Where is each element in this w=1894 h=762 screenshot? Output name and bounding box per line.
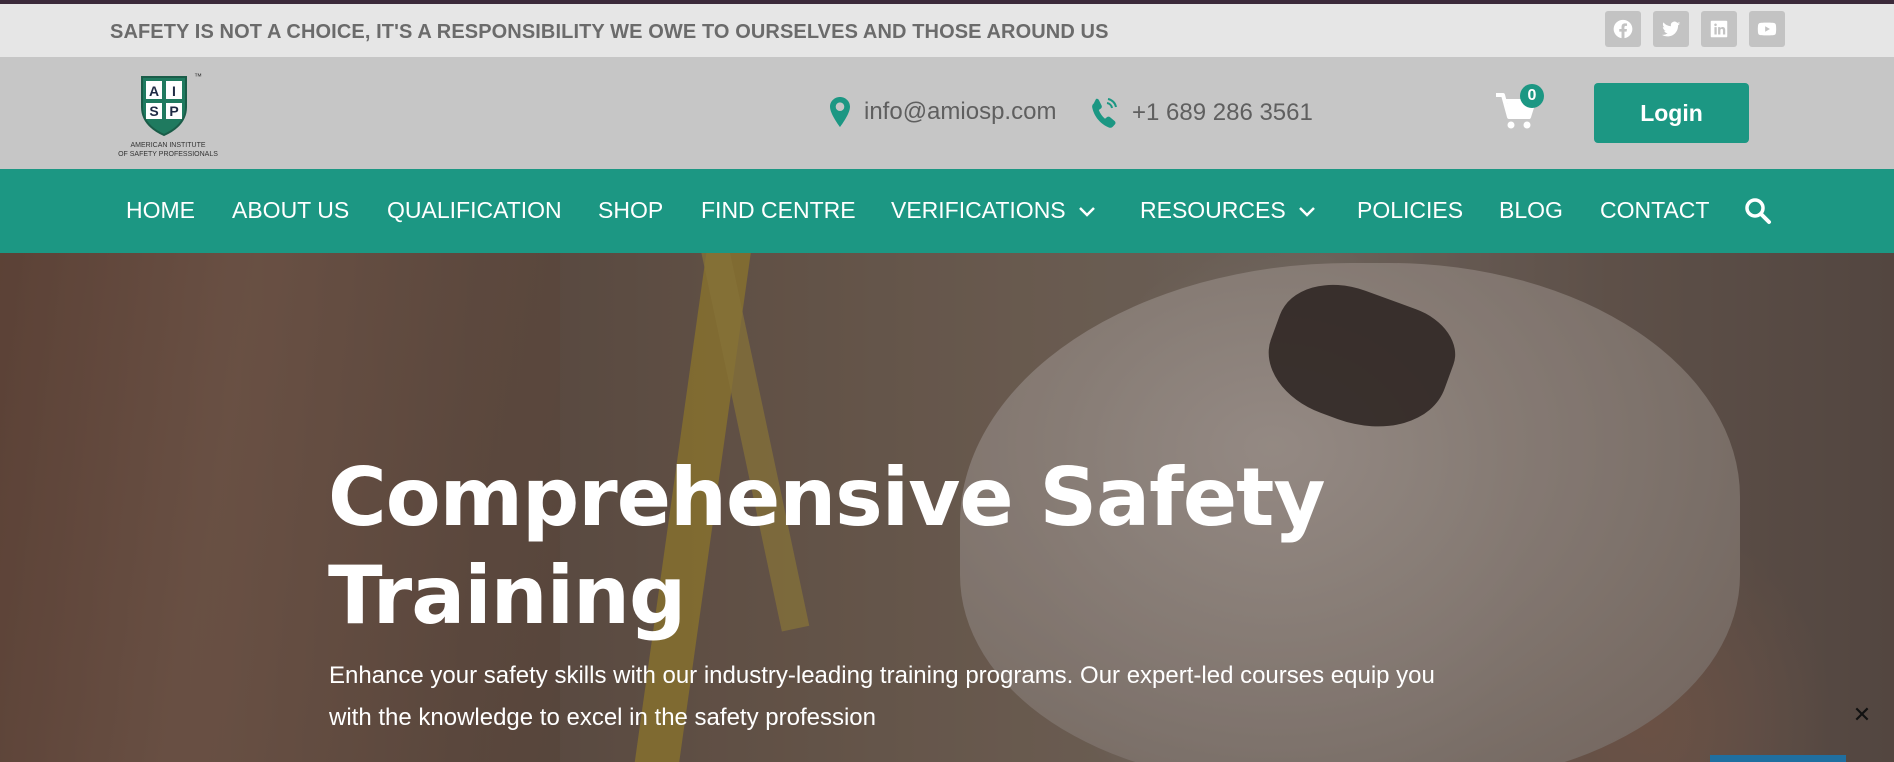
hero-title-line-2: Training: [328, 549, 686, 642]
phone-icon: [1092, 98, 1117, 128]
hero-banner: Comprehensive Safety Training Enhance yo…: [0, 253, 1894, 762]
logo-letter-s: S: [149, 103, 158, 119]
nav-item-blog[interactable]: BLOG: [1499, 197, 1563, 224]
chevron-down-icon: [1078, 206, 1095, 217]
nav-item-about-us[interactable]: ABOUT US: [232, 197, 349, 224]
logo-letter-p: P: [169, 103, 178, 119]
logo-letter-a: A: [149, 83, 159, 99]
nav-item-verifications-label: VERIFICATIONS: [891, 197, 1066, 223]
nav-item-shop[interactable]: SHOP: [598, 197, 663, 224]
aisp-logo[interactable]: A I S P ™ AMERICAN INSTITUTE OF SAFETY P…: [112, 69, 224, 159]
phone-text: +1 689 286 3561: [1132, 99, 1313, 126]
hero-title-line-1: Comprehensive Safety: [328, 451, 1326, 544]
email-contact[interactable]: info@amiosp.com: [830, 97, 1056, 127]
hero-title: Comprehensive Safety Training: [328, 449, 1428, 645]
nav-item-verifications[interactable]: VERIFICATIONS: [891, 197, 1096, 224]
top-bar: SAFETY IS NOT A CHOICE, IT'S A RESPONSIB…: [0, 4, 1894, 57]
logo-caption-1: AMERICAN INSTITUTE: [130, 142, 205, 149]
logo-tm: ™: [194, 72, 202, 81]
nav-item-qualification[interactable]: QUALIFICATION: [387, 197, 562, 224]
location-pin-icon: [830, 97, 850, 127]
nav-item-find-centre[interactable]: FIND CENTRE: [701, 197, 856, 224]
logo-caption-2: OF SAFETY PROFESSIONALS: [118, 151, 218, 158]
email-text: info@amiosp.com: [864, 98, 1057, 125]
nav-item-contact[interactable]: CONTACT: [1600, 197, 1709, 224]
login-button[interactable]: Login: [1594, 83, 1749, 143]
nav-item-policies[interactable]: POLICIES: [1357, 197, 1463, 224]
hero-description-line-1: Enhance your safety skills with our indu…: [329, 662, 1435, 689]
youtube-icon[interactable]: [1749, 11, 1785, 47]
logo-letter-i: I: [172, 83, 176, 99]
phone-contact[interactable]: +1 689 286 3561: [1090, 97, 1313, 129]
search-icon: [1745, 198, 1771, 224]
hero-description-line-2: with the knowledge to excel in the safet…: [329, 704, 876, 731]
cart-count-badge: 0: [1520, 84, 1544, 108]
nav-item-resources[interactable]: RESOURCES: [1140, 197, 1316, 224]
search-button[interactable]: [1744, 197, 1772, 225]
close-icon[interactable]: ✕: [1850, 702, 1874, 727]
tagline: SAFETY IS NOT A CHOICE, IT'S A RESPONSIB…: [110, 21, 1109, 43]
chevron-down-icon: [1298, 206, 1315, 217]
twitter-icon[interactable]: [1653, 11, 1689, 47]
main-nav: HOME ABOUT US QUALIFICATION SHOP FIND CE…: [0, 169, 1894, 253]
nav-item-resources-label: RESOURCES: [1140, 197, 1286, 223]
hero-description: Enhance your safety skills with our indu…: [329, 655, 1529, 739]
facebook-icon[interactable]: [1605, 11, 1641, 47]
nav-item-home[interactable]: HOME: [126, 197, 195, 224]
linkedin-icon[interactable]: [1701, 11, 1737, 47]
chat-widget-edge[interactable]: [1710, 755, 1846, 762]
site-header: A I S P ™ AMERICAN INSTITUTE OF SAFETY P…: [0, 57, 1894, 169]
